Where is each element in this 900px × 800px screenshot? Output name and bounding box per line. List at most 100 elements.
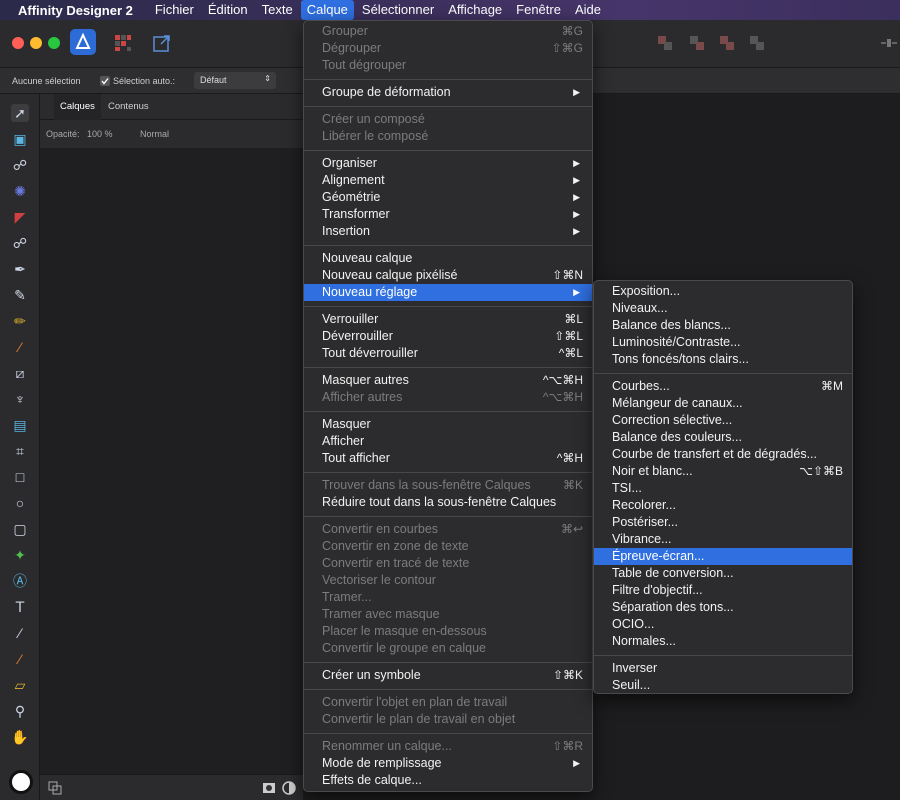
- menu-item-posteriser[interactable]: Postériser...: [594, 514, 852, 531]
- measure-tool-icon[interactable]: ▱: [11, 676, 29, 694]
- artboard-tool-icon[interactable]: ▣: [11, 130, 29, 148]
- menu-item-correction-selective[interactable]: Correction sélective...: [594, 412, 852, 429]
- menu-item-nouveau-calque-pixelise[interactable]: Nouveau calque pixélisé ⇧⌘N: [304, 267, 592, 284]
- menu-item-balance-des-couleurs[interactable]: Balance des couleurs...: [594, 429, 852, 446]
- arrange-icon[interactable]: [656, 34, 674, 52]
- menu-item-organiser[interactable]: Organiser ▶: [304, 155, 592, 172]
- close-window-button[interactable]: [12, 37, 24, 49]
- opacity-value[interactable]: 100 %: [87, 129, 113, 139]
- app-menu[interactable]: Affinity Designer 2: [18, 3, 133, 18]
- export-persona-icon[interactable]: [153, 34, 171, 52]
- distribute-icon[interactable]: [880, 34, 898, 52]
- menu-item-filtre-d-objectif[interactable]: Filtre d'objectif...: [594, 582, 852, 599]
- adjustment-icon[interactable]: [282, 781, 296, 795]
- menu-item-verrouiller[interactable]: Verrouiller ⌘L: [304, 311, 592, 328]
- menu-item-epreuve-ecran[interactable]: Épreuve-écran...: [594, 548, 852, 565]
- menu-texte[interactable]: Texte: [256, 0, 299, 20]
- contour-tool-icon[interactable]: ☍: [11, 234, 29, 252]
- minimize-window-button[interactable]: [30, 37, 42, 49]
- menu-edition[interactable]: Édition: [202, 0, 254, 20]
- menu-item-alignement[interactable]: Alignement ▶: [304, 172, 592, 189]
- rounded-rectangle-tool-icon[interactable]: ▢: [11, 520, 29, 538]
- node-tool-icon[interactable]: ☍: [11, 156, 29, 174]
- blend-mode-dropdown[interactable]: Normal: [140, 129, 169, 139]
- zoom-tool-icon[interactable]: ⚲: [11, 702, 29, 720]
- menu-item-nouveau-calque[interactable]: Nouveau calque: [304, 250, 592, 267]
- menu-item-tons-fonces-tons-clairs[interactable]: Tons foncés/tons clairs...: [594, 351, 852, 368]
- menu-item-courbes[interactable]: Courbes... ⌘M: [594, 378, 852, 395]
- ellipse-tool-icon[interactable]: ○: [11, 494, 29, 512]
- tab-calques[interactable]: Calques: [54, 94, 101, 120]
- arrange-front-icon[interactable]: [748, 34, 766, 52]
- color-picker-tool-icon[interactable]: ⁄: [11, 624, 29, 642]
- vector-brush-tool-icon[interactable]: ✏: [11, 312, 29, 330]
- menu-item-nouveau-reglage[interactable]: Nouveau réglage ▶: [304, 284, 592, 301]
- menu-calque[interactable]: Calque: [300, 0, 354, 20]
- menu-item-tsi[interactable]: TSI...: [594, 480, 852, 497]
- menu-item-insertion[interactable]: Insertion ▶: [304, 223, 592, 240]
- menu-item-transformer[interactable]: Transformer ▶: [304, 206, 592, 223]
- brush-tool-icon[interactable]: ⁄: [11, 338, 29, 356]
- transparency-tool-icon[interactable]: ♆: [11, 390, 29, 408]
- menu-aide[interactable]: Aide: [569, 0, 607, 20]
- menu-item-label: TSI...: [612, 481, 642, 495]
- menu-item-groupe-de-deformation[interactable]: Groupe de déformation ▶: [304, 84, 592, 101]
- menu-item-luminosite-contraste[interactable]: Luminosité/Contraste...: [594, 334, 852, 351]
- view-tool-icon[interactable]: ✋: [11, 728, 29, 746]
- artistic-text-tool-icon[interactable]: Ｔ: [11, 598, 29, 616]
- menu-item-recolorer[interactable]: Recolorer...: [594, 497, 852, 514]
- menu-item-balance-des-blancs[interactable]: Balance des blancs...: [594, 317, 852, 334]
- pixel-persona-icon[interactable]: [114, 34, 132, 52]
- menu-fenetre[interactable]: Fenêtre: [510, 0, 567, 20]
- eyedropper-tool-icon[interactable]: ⁄: [11, 650, 29, 668]
- menu-item-afficher[interactable]: Afficher: [304, 433, 592, 450]
- menu-item-seuil[interactable]: Seuil...: [594, 677, 852, 694]
- menu-item-courbe-de-transfert-et-de-degrades[interactable]: Courbe de transfert et de dégradés...: [594, 446, 852, 463]
- menu-item-masquer[interactable]: Masquer: [304, 416, 592, 433]
- menu-item-inverser[interactable]: Inverser: [594, 660, 852, 677]
- menu-item-mode-de-remplissage[interactable]: Mode de remplissage ▶: [304, 755, 592, 772]
- menu-item-exposition[interactable]: Exposition...: [594, 283, 852, 300]
- mask-icon[interactable]: [262, 781, 276, 795]
- pen-tool-icon[interactable]: ✒: [11, 260, 29, 278]
- menu-item-reduire-tout-dans-la-sous-fenetre-calques[interactable]: Réduire tout dans la sous-fenêtre Calque…: [304, 494, 592, 511]
- zoom-window-button[interactable]: [48, 37, 60, 49]
- move-tool-icon[interactable]: ➚: [11, 104, 29, 122]
- menu-separator: [304, 689, 592, 690]
- auto-select-dropdown[interactable]: Défaut ⇕: [194, 72, 276, 89]
- menu-affichage[interactable]: Affichage: [442, 0, 508, 20]
- menu-item-noir-et-blanc[interactable]: Noir et blanc... ⌥⇧⌘B: [594, 463, 852, 480]
- menu-item-tout-deverrouiller[interactable]: Tout déverrouiller ^⌘L: [304, 345, 592, 362]
- shape-tool-icon[interactable]: ✦: [11, 546, 29, 564]
- menu-item-ocio[interactable]: OCIO...: [594, 616, 852, 633]
- menu-item-normales[interactable]: Normales...: [594, 633, 852, 650]
- menu-selectionner[interactable]: Sélectionner: [356, 0, 440, 20]
- auto-select-checkbox[interactable]: [100, 76, 110, 86]
- place-image-tool-icon[interactable]: ▤: [11, 416, 29, 434]
- menu-item-tout-afficher[interactable]: Tout afficher ^⌘H: [304, 450, 592, 467]
- tab-contenus[interactable]: Contenus: [102, 94, 155, 120]
- fill-tool-icon[interactable]: ⧄: [11, 364, 29, 382]
- designer-persona-icon[interactable]: [70, 29, 96, 55]
- menu-item-masquer-autres[interactable]: Masquer autres ^⌥⌘H: [304, 372, 592, 389]
- menu-item-creer-un-symbole[interactable]: Créer un symbole ⇧⌘K: [304, 667, 592, 684]
- menu-fichier[interactable]: Fichier: [149, 0, 200, 20]
- arrange-forward-icon[interactable]: [718, 34, 736, 52]
- crop-tool-icon[interactable]: ⌗: [11, 442, 29, 460]
- layers-options-icon[interactable]: [48, 781, 62, 795]
- menu-item-effets-de-calque[interactable]: Effets de calque...: [304, 772, 592, 789]
- pencil-tool-icon[interactable]: ✎: [11, 286, 29, 304]
- arrange-back-icon[interactable]: [688, 34, 706, 52]
- corner-tool-icon[interactable]: ◤: [11, 208, 29, 226]
- menu-item-niveaux[interactable]: Niveaux...: [594, 300, 852, 317]
- frame-text-tool-icon[interactable]: Ⓐ: [11, 572, 29, 590]
- point-transform-tool-icon[interactable]: ✺: [11, 182, 29, 200]
- menu-item-table-de-conversion[interactable]: Table de conversion...: [594, 565, 852, 582]
- fill-color-well[interactable]: [9, 770, 33, 794]
- rectangle-tool-icon[interactable]: □: [11, 468, 29, 486]
- menu-item-deverrouiller[interactable]: Déverrouiller ⇧⌘L: [304, 328, 592, 345]
- menu-item-melangeur-de-canaux[interactable]: Mélangeur de canaux...: [594, 395, 852, 412]
- menu-item-vibrance[interactable]: Vibrance...: [594, 531, 852, 548]
- menu-item-geometrie[interactable]: Géométrie ▶: [304, 189, 592, 206]
- menu-item-separation-des-tons[interactable]: Séparation des tons...: [594, 599, 852, 616]
